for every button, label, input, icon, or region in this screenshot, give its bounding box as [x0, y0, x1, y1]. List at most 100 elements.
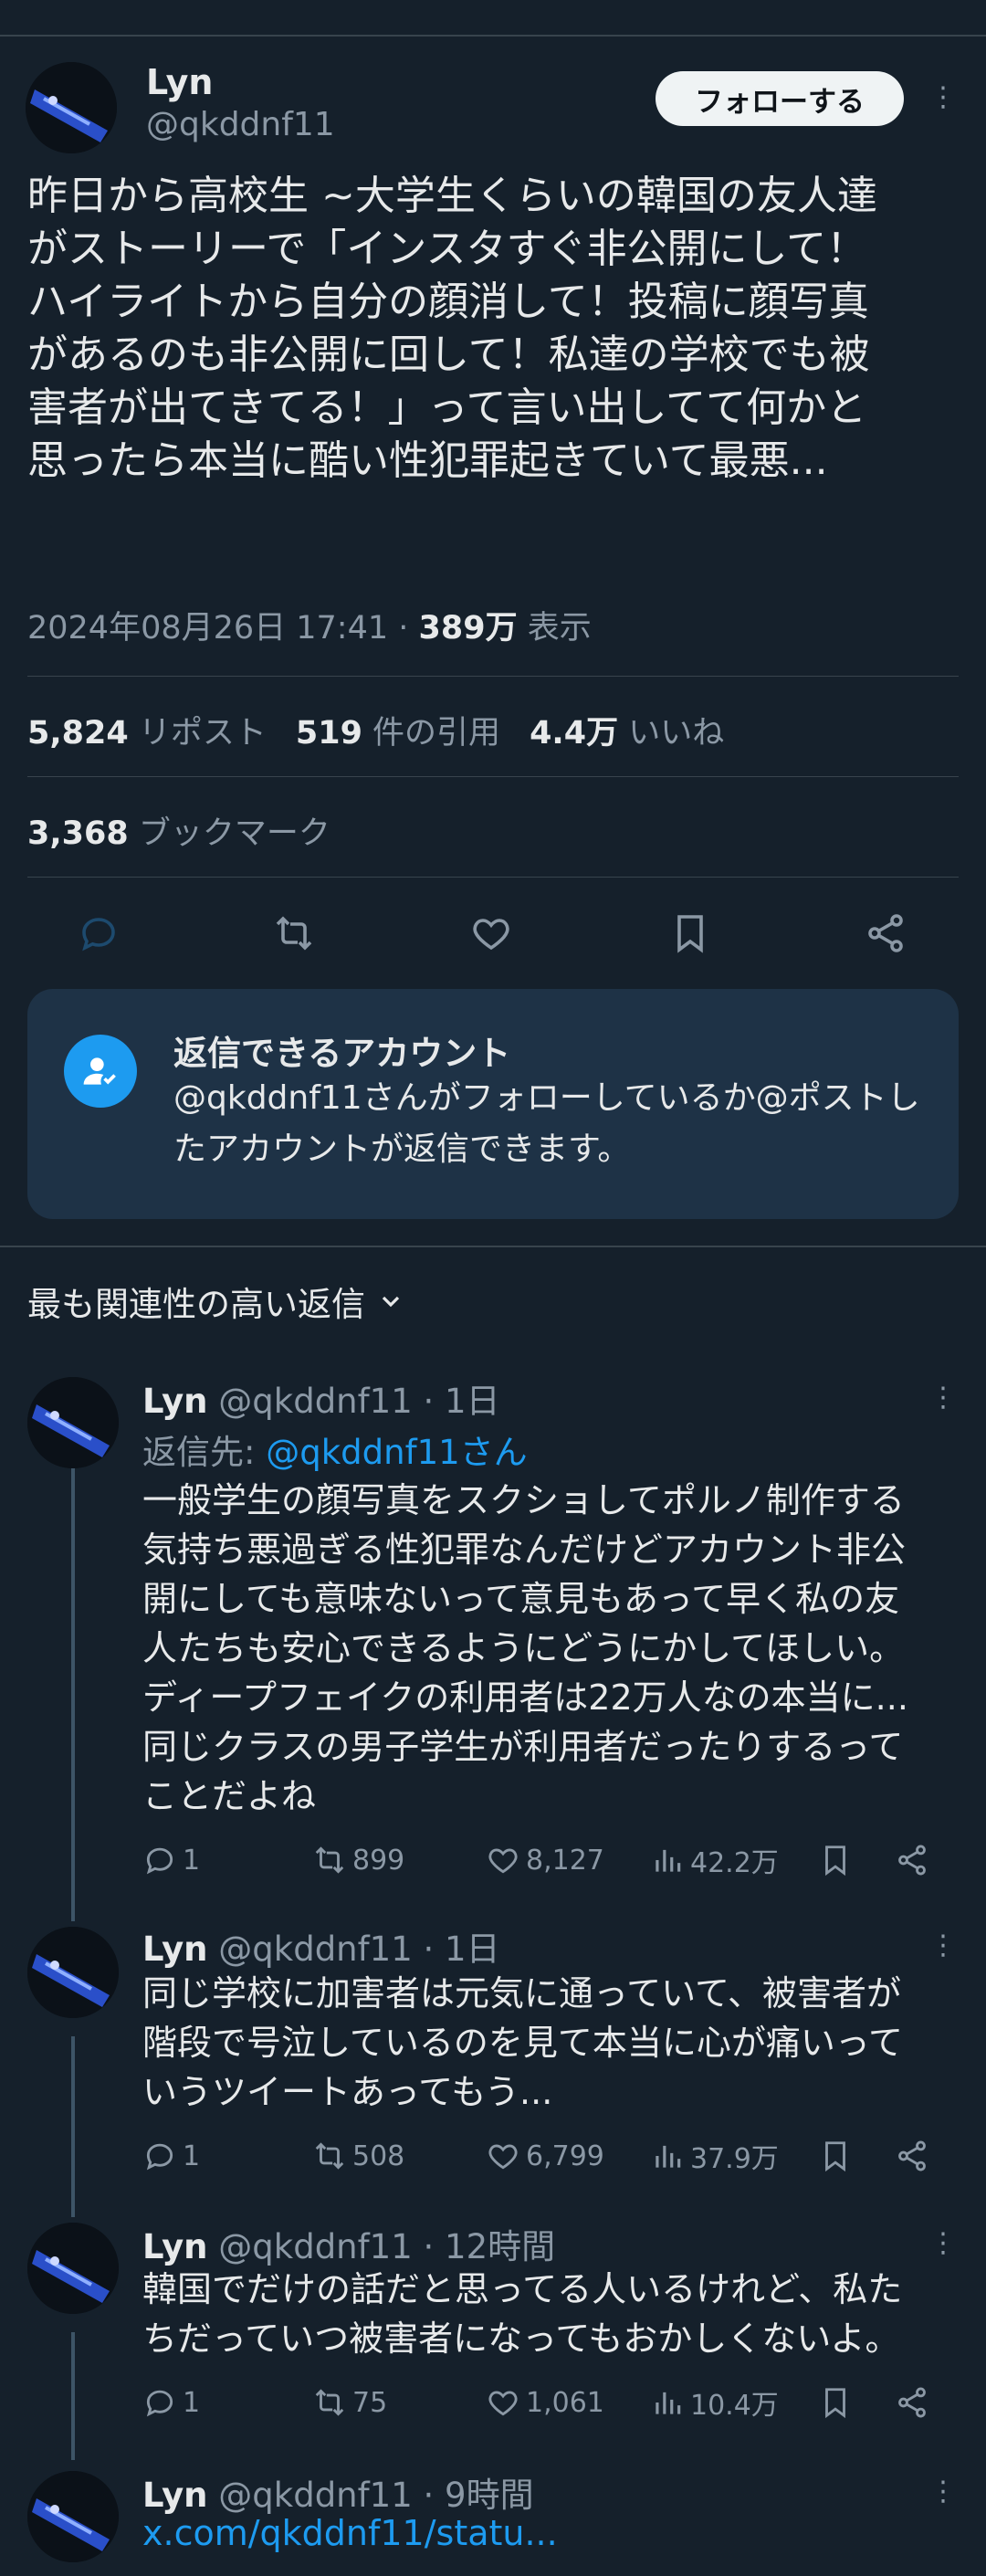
views-button[interactable]: 10.4万	[650, 2380, 779, 2425]
reply-button[interactable]: 1	[142, 2380, 200, 2425]
bookmark-icon[interactable]	[663, 900, 718, 966]
thread-line	[71, 1432, 75, 1921]
views-button[interactable]: 37.9万	[650, 2133, 779, 2179]
reply-avatar[interactable]	[27, 2223, 119, 2314]
more-icon[interactable]: ⋮	[929, 1384, 957, 1412]
reply-button[interactable]: 1	[142, 2133, 200, 2179]
views-icon	[656, 1849, 681, 1872]
more-icon[interactable]: ⋮	[929, 2230, 957, 2257]
post-meta: 2024年08月26日 17:41 · 389万 表示	[27, 602, 592, 648]
reply-icon	[146, 1847, 173, 1875]
reply-avatar[interactable]	[27, 1377, 119, 1468]
reply-author-name[interactable]: Lyn	[142, 2227, 208, 2266]
reply-author-handle[interactable]: @qkddnf11	[218, 2227, 412, 2266]
share-icon[interactable]	[895, 2380, 929, 2425]
more-icon[interactable]: ⋮	[929, 2478, 957, 2506]
reply-icon	[146, 2143, 173, 2171]
reply-button[interactable]: 1	[142, 1837, 200, 1883]
reply-action-bar: 1 508 6,799 37.9万	[142, 2133, 946, 2179]
share-icon[interactable]	[858, 900, 913, 966]
reposts-label: リポスト	[128, 715, 267, 752]
reply-icon	[146, 2390, 173, 2417]
divider	[27, 877, 959, 878]
reply-text: 同じ学校に加害者は元気に通っていて、被害者が 階段で号泣しているのを見て本当に心…	[142, 1973, 903, 2112]
reply-header: Lyn @qkddnf11 · 1日	[142, 1921, 500, 1971]
reply-time[interactable]: · 1日	[413, 1929, 500, 1969]
quotes-stat[interactable]: 519 件の引用	[296, 715, 500, 752]
follow-button[interactable]: フォローする	[656, 71, 904, 126]
post-timestamp[interactable]: 2024年08月26日 17:41	[27, 610, 388, 647]
reply-to-prefix: 返信先:	[142, 1433, 267, 1472]
likes-stat[interactable]: 4.4万 いいね	[530, 715, 724, 752]
bookmark-icon[interactable]	[818, 2380, 853, 2425]
reply-link[interactable]: x.com/qkddnf11/statu...	[142, 2513, 558, 2553]
reply-author-handle[interactable]: @qkddnf11	[218, 1929, 412, 1969]
reply-icon[interactable]	[71, 900, 126, 966]
like-button[interactable]: 1,061	[486, 2380, 604, 2425]
bookmarks-stat[interactable]: 3,368 ブックマーク	[27, 807, 330, 854]
like-count: 1,061	[526, 2386, 604, 2419]
retweet-button[interactable]: 899	[312, 1837, 404, 1883]
retweet-icon[interactable]	[267, 900, 321, 966]
like-icon	[488, 2144, 518, 2170]
bookmark-icon[interactable]	[818, 2133, 853, 2179]
bookmark-icon[interactable]	[818, 1837, 853, 1883]
views-button[interactable]: 42.2万	[650, 1837, 779, 1883]
retweet-button[interactable]: 508	[312, 2133, 404, 2179]
divider	[27, 676, 959, 677]
more-icon[interactable]: ⋮	[929, 84, 957, 111]
share-icon[interactable]	[895, 1837, 929, 1883]
like-button[interactable]: 6,799	[486, 2133, 604, 2179]
reply-count: 1	[183, 2386, 201, 2419]
reply-action-bar: 1 899 8,127 42.2万	[142, 1837, 946, 1883]
like-icon[interactable]	[464, 900, 519, 966]
reply-to-handle[interactable]: @qkddnf11さん	[266, 1433, 527, 1472]
retweet-count: 75	[352, 2386, 388, 2419]
views-count: 389万	[418, 610, 518, 647]
reply-author-handle[interactable]: @qkddnf11	[218, 2476, 412, 2515]
reply-author-handle[interactable]: @qkddnf11	[218, 1382, 412, 1421]
reply-restriction-box: 返信できるアカウント @qkddnf11さんがフォローしているか@ポストしたアカ…	[27, 989, 959, 1219]
reply-restriction-description: @qkddnf11さんがフォローしているか@ポストしたアカウントが返信できます。	[173, 1079, 920, 1168]
reposts-stat[interactable]: 5,824 リポスト	[27, 715, 267, 752]
like-count: 6,799	[526, 2140, 604, 2172]
reply-count: 1	[183, 1844, 201, 1877]
reply-author-name[interactable]: Lyn	[142, 1382, 208, 1421]
views-icon	[656, 2145, 681, 2168]
reply-count: 1	[183, 2140, 201, 2172]
share-icon[interactable]	[895, 2133, 929, 2179]
likes-label: いいね	[618, 715, 725, 752]
reply-sort-dropdown[interactable]: 最も関連性の高い返信	[27, 1277, 405, 1326]
author-name[interactable]: Lyn	[146, 62, 213, 102]
retweet-button[interactable]: 75	[312, 2380, 387, 2425]
reply-author-name[interactable]: Lyn	[142, 1929, 208, 1969]
retweet-count: 508	[352, 2140, 405, 2172]
reply-action-bar: 1 75 1,061 10.4万	[142, 2380, 946, 2425]
retweet-count: 899	[352, 1844, 405, 1877]
quotes-label: 件の引用	[362, 715, 501, 752]
bookmarks-label: ブックマーク	[128, 815, 330, 852]
like-icon	[488, 1848, 518, 1874]
reposts-count: 5,824	[27, 715, 129, 752]
author-handle[interactable]: @qkddnf11	[146, 106, 335, 143]
meta-separator: ·	[388, 610, 419, 647]
thread-line	[71, 2332, 75, 2460]
reply-header: Lyn @qkddnf11 · 12時間	[142, 2219, 555, 2268]
reply-avatar[interactable]	[27, 1927, 119, 2018]
post-text: 昨日から高校生 ~大学生くらいの韓国の友人達 がストーリーで「インスタすぐ非公開…	[27, 173, 877, 484]
chevron-down-icon	[382, 1296, 400, 1308]
more-icon[interactable]: ⋮	[929, 1932, 957, 1960]
reply-time[interactable]: · 12時間	[413, 2227, 556, 2266]
like-icon	[488, 2391, 518, 2416]
reply-author-name[interactable]: Lyn	[142, 2476, 208, 2515]
user-check-icon	[64, 1035, 137, 1108]
reply-time[interactable]: · 1日	[413, 1382, 500, 1421]
author-avatar[interactable]	[26, 62, 117, 153]
retweet-icon	[315, 2142, 344, 2170]
like-button[interactable]: 8,127	[486, 1837, 604, 1883]
reply-avatar[interactable]	[27, 2471, 119, 2562]
sort-label: 最も関連性の高い返信	[27, 1285, 365, 1324]
reply-time[interactable]: · 9時間	[413, 2476, 534, 2515]
reply-header: Lyn @qkddnf11 · 1日	[142, 1373, 500, 1423]
retweet-icon	[315, 2389, 344, 2416]
